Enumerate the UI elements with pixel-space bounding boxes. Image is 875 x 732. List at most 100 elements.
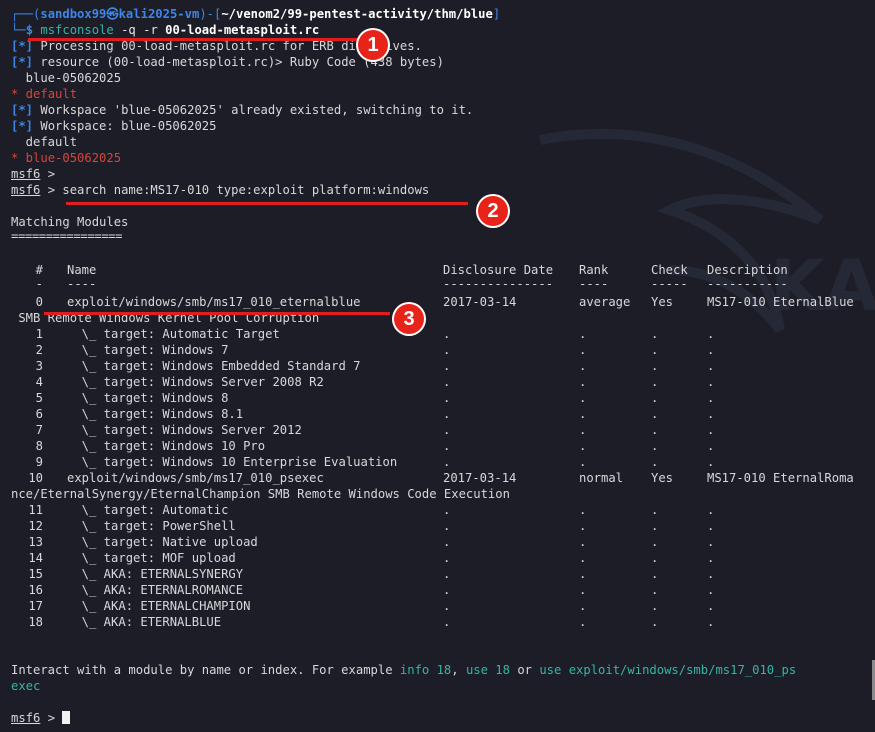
hint-use-index: use 18 xyxy=(465,663,510,677)
table-row-rank: . xyxy=(579,583,587,597)
msf-prompt-line: msf6 > xyxy=(11,167,56,181)
table-row-check: . xyxy=(651,551,659,565)
output-line: [*] Workspace 'blue-05062025' already ex… xyxy=(11,103,474,117)
matching-modules-underline: ================ xyxy=(11,229,122,243)
table-row-rank: . xyxy=(579,375,587,389)
table-row-index: 1 xyxy=(35,327,43,341)
table-row-description: . xyxy=(707,567,715,581)
table-row-index: 5 xyxy=(35,391,43,405)
col-rule: ---- xyxy=(67,277,97,291)
annotation-underline-1 xyxy=(28,38,358,41)
terminal-window[interactable]: KALI ┌──(sandbox99㉿kali2025-vm)-[~/venom… xyxy=(0,0,875,732)
table-row-rank: . xyxy=(579,327,587,341)
table-row-check: . xyxy=(651,503,659,517)
annotation-badge-1: 1 xyxy=(356,28,390,62)
output-line: [*] Workspace: blue-05062025 xyxy=(11,119,217,133)
msf-input-prompt[interactable]: msf6 > xyxy=(11,710,71,726)
table-row-index: 13 xyxy=(28,535,43,549)
table-row-rank: . xyxy=(579,439,587,453)
table-row-check: . xyxy=(651,375,659,389)
table-row-index: 16 xyxy=(28,583,43,597)
table-row-description: . xyxy=(707,455,715,469)
table-row-rank: . xyxy=(579,407,587,421)
table-row-date: . xyxy=(443,343,451,357)
table-row-description: . xyxy=(707,343,715,357)
table-row-index: 6 xyxy=(35,407,43,421)
table-row-index: 3 xyxy=(35,359,43,373)
table-row-rank: . xyxy=(579,503,587,517)
table-row-check: . xyxy=(651,567,659,581)
table-row-index: 9 xyxy=(35,455,43,469)
table-row-check: . xyxy=(651,423,659,437)
table-row-check: . xyxy=(651,455,659,469)
annotation-underline-3 xyxy=(44,312,390,315)
table-row-index: 7 xyxy=(35,423,43,437)
table-row-description: . xyxy=(707,503,715,517)
table-row-description: . xyxy=(707,583,715,597)
table-row-index: 11 xyxy=(28,503,43,517)
table-row-check: . xyxy=(651,583,659,597)
col-rule: ----------- xyxy=(707,277,788,291)
output-line-active: * default xyxy=(11,87,78,101)
hint-use-path: use exploit/windows/smb/ms17_010_ps xyxy=(539,663,797,677)
table-row-date: . xyxy=(443,375,451,389)
hint-info: info 18 xyxy=(399,663,452,677)
table-row-name: exploit/windows/smb/ms17_010_eternalblue xyxy=(67,295,361,309)
table-row-name: \_ target: Windows 8 xyxy=(67,391,229,405)
output-line: blue-05062025 xyxy=(11,71,122,85)
table-row-index: 17 xyxy=(28,599,43,613)
table-row-rank: . xyxy=(579,599,587,613)
table-row-rank: normal xyxy=(579,471,624,485)
table-row-date: . xyxy=(443,455,451,469)
table-row-date: . xyxy=(443,407,451,421)
table-row-index: 4 xyxy=(35,375,43,389)
table-row-rank: average xyxy=(579,295,631,309)
table-row-name: \_ target: Automatic xyxy=(67,503,229,517)
search-command-line: msf6 > search name:MS17-010 type:exploit… xyxy=(11,183,430,197)
table-row-description: . xyxy=(707,535,715,549)
table-row-name: \_ AKA: ETERNALCHAMPION xyxy=(67,599,251,613)
search-command: search name:MS17-010 type:exploit platfo… xyxy=(62,183,430,197)
table-row-name: \_ target: PowerShell xyxy=(67,519,236,533)
table-row-name: \_ target: Windows 10 Pro xyxy=(67,439,266,453)
table-row-name: \_ target: Windows 8.1 xyxy=(67,407,244,421)
table-row-rank: . xyxy=(579,535,587,549)
table-row-date: . xyxy=(443,423,451,437)
table-row-date: . xyxy=(443,615,451,629)
table-row-description: . xyxy=(707,327,715,341)
command-rc-file: 00-load-metasploit.rc xyxy=(165,23,320,37)
table-row-date: . xyxy=(443,327,451,341)
table-row-check: . xyxy=(651,359,659,373)
table-row-check: . xyxy=(651,439,659,453)
kali-dragon-watermark-icon: KALI xyxy=(539,128,875,334)
annotation-badge-2: 2 xyxy=(476,194,510,228)
col-rule-index: - xyxy=(35,277,43,291)
command-args: -q -r xyxy=(121,23,158,37)
table-row-name: \_ AKA: ETERNALBLUE xyxy=(67,615,222,629)
table-row-name: \_ AKA: ETERNALROMANCE xyxy=(67,583,244,597)
table-row-date: . xyxy=(443,391,451,405)
table-row-check: . xyxy=(651,391,659,405)
table-row-check: . xyxy=(651,599,659,613)
col-rule: --------------- xyxy=(443,277,554,291)
table-row-date: . xyxy=(443,599,451,613)
cursor xyxy=(62,711,71,724)
table-row-index: 2 xyxy=(35,343,43,357)
table-row-check: . xyxy=(651,535,659,549)
command-line[interactable]: └─$ msfconsole -q -r 00-load-metasploit.… xyxy=(11,22,319,38)
table-row-name: exploit/windows/smb/ms17_010_psexec xyxy=(67,471,324,485)
interact-hint-wrap: exec xyxy=(11,679,41,693)
table-row-index: 8 xyxy=(35,439,43,453)
annotation-badge-3: 3 xyxy=(392,302,426,336)
table-row-description: . xyxy=(707,407,715,421)
annotation-underline-2 xyxy=(66,202,468,205)
table-row-date: . xyxy=(443,567,451,581)
table-row-date: 2017-03-14 xyxy=(443,471,517,485)
table-row-description: . xyxy=(707,359,715,373)
table-row-name: \_ target: Windows Embedded Standard 7 xyxy=(67,359,361,373)
prompt-host: kali2025-vm xyxy=(118,7,200,21)
table-row-check: . xyxy=(651,519,659,533)
table-row-description: . xyxy=(707,551,715,565)
table-row-rank: . xyxy=(579,567,587,581)
table-row-check: Yes xyxy=(651,471,674,485)
